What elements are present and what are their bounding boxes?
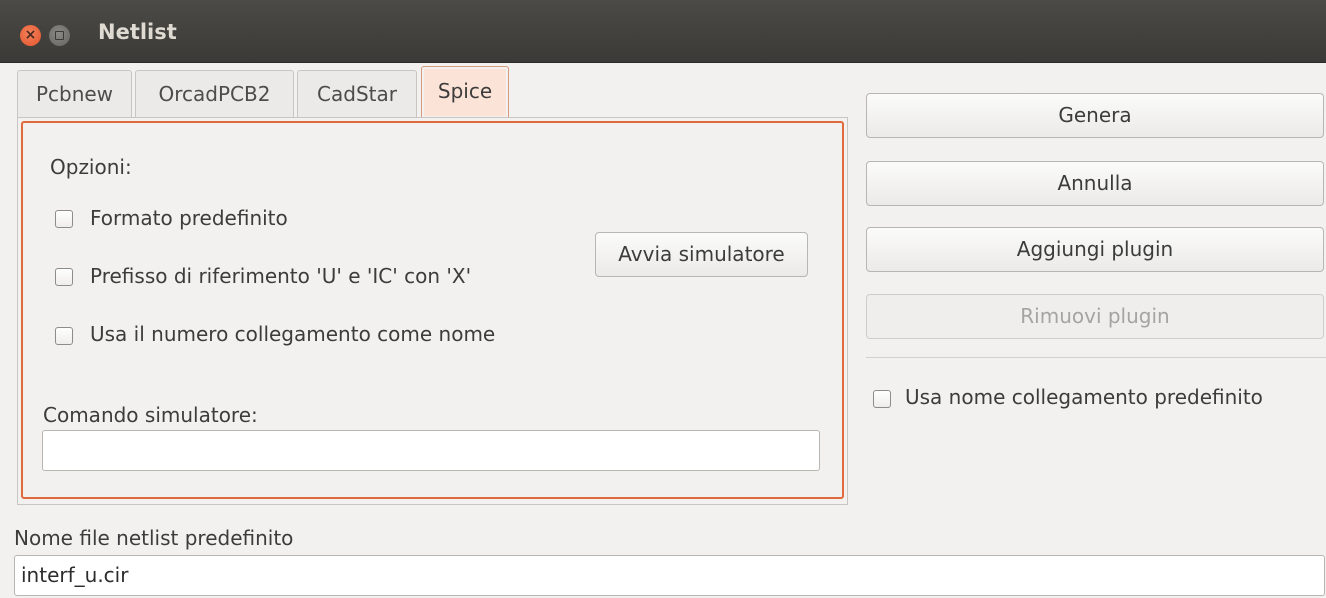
cancel-button[interactable]: Annulla <box>866 161 1324 206</box>
default-format-checkbox[interactable] <box>55 210 73 228</box>
generate-button[interactable]: Genera <box>866 93 1324 138</box>
use-default-net-name-label[interactable]: Usa nome collegamento predefinito <box>905 385 1263 409</box>
tab-spice[interactable]: Spice <box>421 66 509 118</box>
run-simulator-button[interactable]: Avvia simulatore <box>595 232 808 277</box>
use-default-net-name-checkbox[interactable] <box>873 390 891 408</box>
use-net-number-label[interactable]: Usa il numero collegamento come nome <box>90 322 495 346</box>
tab-orcadpcb2[interactable]: OrcadPCB2 <box>135 70 294 117</box>
options-label: Opzioni: <box>50 155 132 179</box>
prefix-reference-checkbox[interactable] <box>55 268 73 286</box>
default-netlist-input[interactable]: interf_u.cir <box>14 555 1325 596</box>
right-panel-separator <box>866 357 1326 358</box>
close-window-button[interactable]: × <box>20 25 41 46</box>
remove-plugin-button[interactable]: Rimuovi plugin <box>866 294 1324 339</box>
tab-pcbnew[interactable]: Pcbnew <box>17 70 132 117</box>
minimize-window-button[interactable] <box>49 25 70 46</box>
default-format-label[interactable]: Formato predefinito <box>90 206 288 230</box>
use-net-number-checkbox[interactable] <box>55 327 73 345</box>
simulator-command-label: Comando simulatore: <box>43 403 258 427</box>
title-bar: × Netlist <box>0 0 1326 63</box>
simulator-command-input[interactable] <box>42 430 820 471</box>
prefix-reference-label[interactable]: Prefisso di riferimento 'U' e 'IC' con '… <box>90 264 471 288</box>
add-plugin-button[interactable]: Aggiungi plugin <box>866 227 1324 272</box>
window-title: Netlist <box>98 20 177 44</box>
tab-cadstar[interactable]: CadStar <box>297 70 417 117</box>
default-netlist-label: Nome file netlist predefinito <box>14 526 294 550</box>
